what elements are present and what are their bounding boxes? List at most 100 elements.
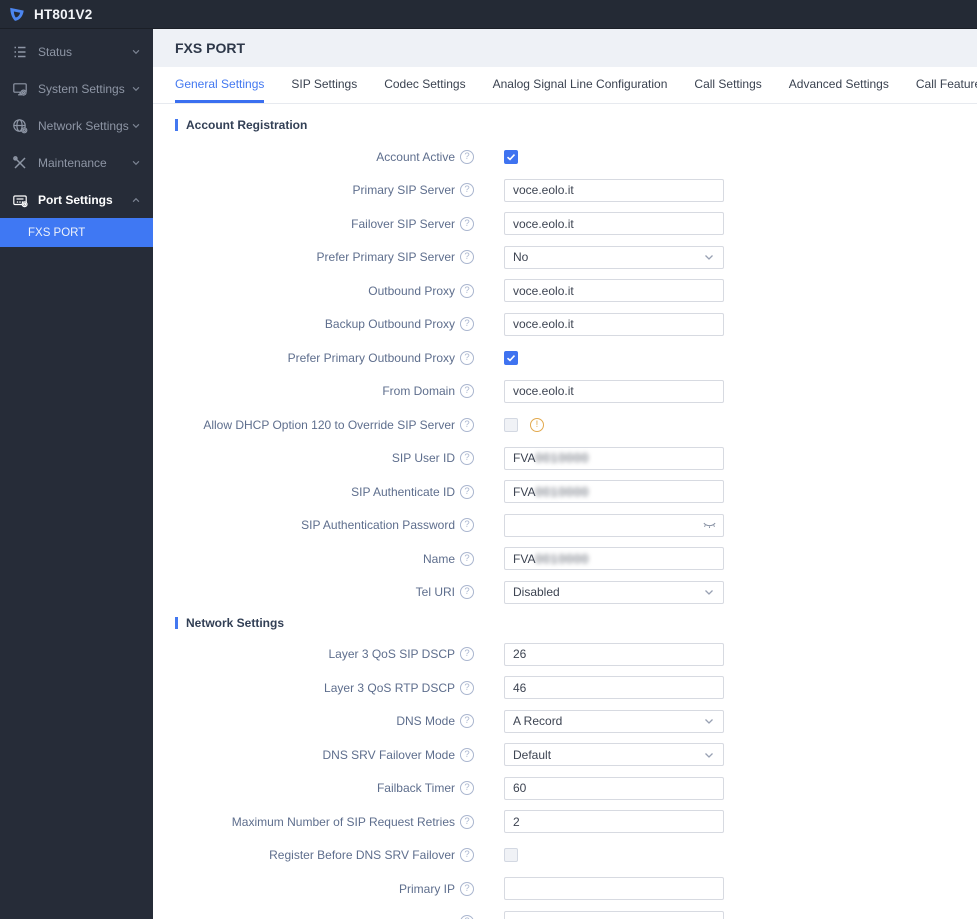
text-input[interactable]	[504, 910, 724, 919]
help-icon[interactable]: ?	[460, 647, 474, 661]
input-text: FVA	[513, 451, 536, 465]
tab-analog-signal-line-configuration[interactable]: Analog Signal Line Configuration	[493, 67, 668, 103]
tab-bar: General Settings SIP Settings Codec Sett…	[153, 67, 977, 104]
warning-icon: !	[530, 417, 544, 432]
help-icon[interactable]: ?	[460, 518, 474, 532]
dropdown-value: Default	[513, 747, 552, 762]
text-input[interactable]: FVA 0010000	[504, 480, 724, 503]
text-input[interactable]	[504, 810, 724, 833]
dropdown[interactable]: Default	[504, 743, 724, 766]
tab-advanced-settings[interactable]: Advanced Settings	[789, 67, 889, 103]
field-row-dns-mode: DNS Mode? A Record	[175, 709, 977, 733]
help-icon[interactable]: ?	[460, 714, 474, 728]
maintenance-tools-icon	[12, 155, 28, 171]
help-icon[interactable]: ?	[460, 183, 474, 197]
field-label: Backup Outbound Proxy	[324, 317, 455, 331]
field-control	[504, 279, 724, 302]
tab-general-settings[interactable]: General Settings	[175, 67, 265, 103]
help-icon[interactable]: ?	[460, 417, 474, 432]
field-control	[504, 910, 724, 919]
chevron-down-icon	[703, 715, 715, 727]
field-label: DNS SRV Failover Mode	[322, 747, 456, 762]
dropdown[interactable]: A Record	[504, 709, 724, 733]
help-icon[interactable]: ?	[460, 814, 474, 829]
text-input[interactable]: FVA 0010000	[504, 547, 724, 570]
dropdown-value: Disabled	[513, 585, 560, 599]
checkbox[interactable]	[504, 149, 518, 164]
sidebar-item-status[interactable]: Status	[0, 33, 153, 70]
tab-sip-settings[interactable]: SIP Settings	[291, 67, 357, 103]
chevron-down-icon	[703, 586, 715, 598]
tab-codec-settings[interactable]: Codec Settings	[384, 67, 465, 103]
text-input[interactable]	[504, 877, 724, 900]
text-input[interactable]	[504, 642, 724, 666]
field-control	[504, 379, 724, 403]
field-row-sip-user-id: SIP User ID? FVA 0010000	[175, 446, 977, 470]
sidebar-item-maintenance[interactable]: Maintenance	[0, 144, 153, 181]
chevron-down-icon	[131, 121, 141, 131]
tab-call-features-settings[interactable]: Call Features Settings	[916, 67, 977, 103]
text-input[interactable]	[504, 379, 724, 403]
chevron-up-icon	[131, 195, 141, 205]
help-icon[interactable]: ?	[460, 149, 474, 164]
input-text-redacted: 0010000	[535, 451, 590, 465]
sidebar-item-label: Maintenance	[38, 155, 107, 170]
field-label: SIP User ID	[391, 451, 455, 465]
field-row-allow-dhcp-option-120-to-override-sip-server: Allow DHCP Option 120 to Override SIP Se…	[175, 413, 977, 436]
help-icon[interactable]: ?	[460, 216, 474, 231]
sidebar-item-label: Network Settings	[38, 118, 129, 133]
network-settings-icon	[12, 118, 28, 134]
field-row-outbound-proxy: Outbound Proxy?	[175, 279, 977, 302]
checkbox[interactable]	[504, 417, 518, 432]
help-icon[interactable]: ?	[460, 283, 474, 298]
help-icon[interactable]: ?	[460, 915, 474, 919]
page-header: FXS PORT	[153, 29, 977, 67]
field-row-failback-timer: Failback Timer?	[175, 776, 977, 800]
help-icon[interactable]: ?	[460, 484, 474, 499]
text-input[interactable]	[504, 776, 724, 800]
field-label: Allow DHCP Option 120 to Override SIP Se…	[203, 417, 455, 432]
device-title: HT801V2	[34, 6, 93, 22]
help-icon[interactable]: ?	[460, 250, 474, 264]
text-input[interactable]	[504, 212, 724, 235]
help-icon[interactable]: ?	[460, 317, 474, 331]
field-row-register-before-dns-srv-failover: Register Before DNS SRV Failover?	[175, 844, 977, 867]
eye-invisible-icon[interactable]	[702, 518, 717, 533]
text-input[interactable]	[504, 312, 724, 336]
text-input[interactable]: FVA 0010000	[504, 446, 724, 470]
help-icon[interactable]: ?	[460, 451, 474, 465]
sidebar-subitem-fxs-port[interactable]: FXS PORT	[0, 218, 153, 247]
field-label: From Domain	[382, 384, 455, 398]
main-content: FXS PORT General Settings SIP Settings C…	[153, 29, 977, 919]
checkbox[interactable]	[504, 848, 518, 862]
sidebar-item-network-settings[interactable]: Network Settings	[0, 107, 153, 144]
field-label: SIP Authenticate ID	[351, 484, 455, 499]
text-input[interactable]	[504, 676, 724, 699]
password-input[interactable]	[504, 513, 724, 537]
help-icon[interactable]: ?	[460, 585, 474, 599]
help-icon[interactable]: ?	[460, 848, 474, 862]
field-control: Disabled	[504, 580, 724, 604]
help-icon[interactable]: ?	[460, 551, 474, 566]
help-icon[interactable]: ?	[460, 747, 474, 762]
field-label: Register Before DNS SRV Failover	[269, 848, 455, 862]
field-label: Name	[422, 551, 455, 566]
form-section-network-settings: Network SettingsLayer 3 QoS SIP DSCP?Lay…	[175, 616, 977, 919]
dropdown[interactable]: Disabled	[504, 580, 724, 604]
sidebar-item-system-settings[interactable]: System Settings	[0, 70, 153, 107]
sidebar-item-port-settings[interactable]: Port Settings	[0, 181, 153, 218]
help-icon[interactable]: ?	[460, 384, 474, 398]
help-icon[interactable]: ?	[460, 881, 474, 896]
checkbox[interactable]	[504, 350, 518, 365]
help-icon[interactable]: ?	[460, 350, 474, 365]
field-row-maximum-number-of-sip-request-retries: Maximum Number of SIP Request Retries?	[175, 810, 977, 833]
field-row-primary-sip-server: Primary SIP Server?	[175, 178, 977, 202]
dropdown[interactable]: No	[504, 245, 724, 269]
text-input[interactable]	[504, 178, 724, 202]
help-icon[interactable]: ?	[460, 781, 474, 795]
field-label: Prefer Primary SIP Server	[316, 250, 455, 264]
help-icon[interactable]: ?	[460, 680, 474, 695]
text-input[interactable]	[504, 279, 724, 302]
field-row-primary-ip: Primary IP?	[175, 877, 977, 900]
tab-call-settings[interactable]: Call Settings	[694, 67, 761, 103]
